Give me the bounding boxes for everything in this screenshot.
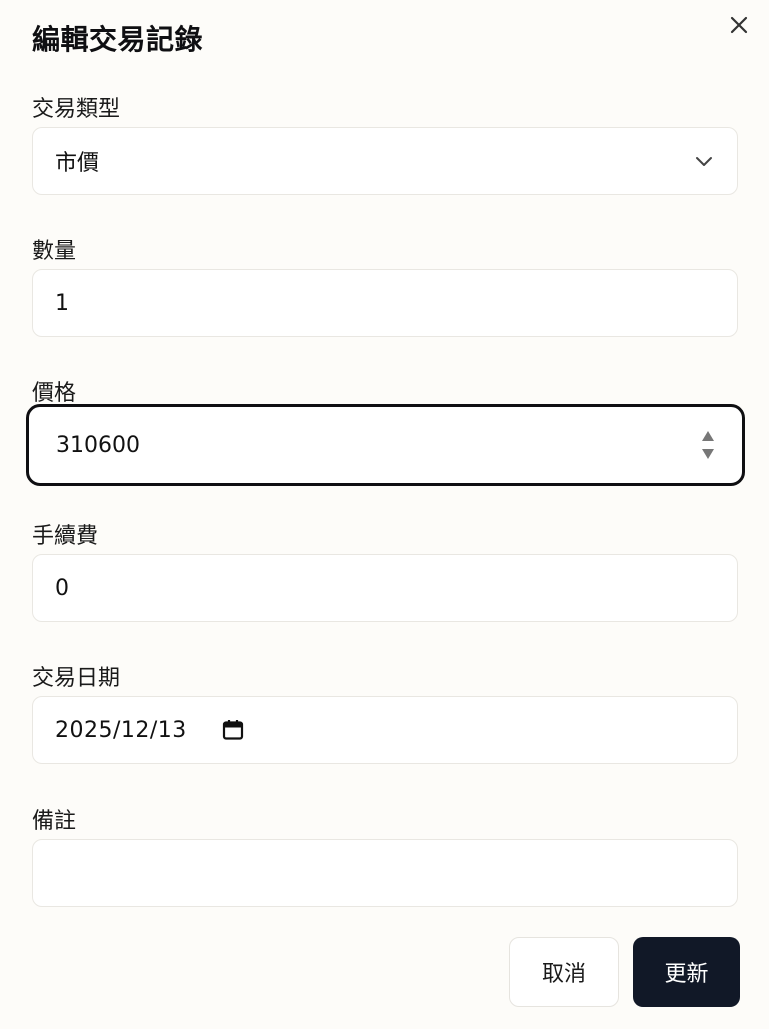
price-input[interactable]: 310600 — [26, 404, 745, 486]
price-label: 價格 — [32, 381, 77, 406]
fee-input-value: 0 — [55, 575, 69, 601]
date-label: 交易日期 — [32, 666, 121, 691]
cancel-button[interactable]: 取消 — [509, 937, 619, 1007]
close-button[interactable] — [724, 10, 754, 40]
fee-input[interactable]: 0 — [32, 554, 738, 622]
fee-label: 手續費 — [32, 524, 99, 549]
cancel-button-label: 取消 — [541, 962, 586, 987]
type-select-value: 市價 — [55, 151, 100, 176]
date-input-value: 2025/12/13 — [55, 717, 187, 743]
quantity-label: 數量 — [32, 239, 77, 264]
type-label: 交易類型 — [32, 97, 121, 122]
close-icon — [730, 16, 748, 34]
edit-transaction-dialog: 編輯交易記錄 交易類型 市價 數量 1 價格 310600 手續費 0 交易日期… — [0, 0, 769, 1029]
spinner-icon[interactable] — [700, 428, 716, 462]
dialog-title: 編輯交易記錄 — [32, 23, 204, 56]
chevron-down-icon — [696, 157, 712, 166]
note-input[interactable] — [32, 839, 738, 907]
calendar-icon[interactable] — [221, 718, 245, 742]
price-input-value: 310600 — [56, 432, 140, 458]
date-input[interactable]: 2025/12/13 — [32, 696, 738, 764]
quantity-input[interactable]: 1 — [32, 269, 738, 337]
type-select[interactable]: 市價 — [32, 127, 738, 195]
quantity-input-value: 1 — [55, 290, 69, 316]
update-button[interactable]: 更新 — [633, 937, 740, 1007]
update-button-label: 更新 — [664, 962, 709, 987]
note-label: 備註 — [32, 809, 77, 834]
